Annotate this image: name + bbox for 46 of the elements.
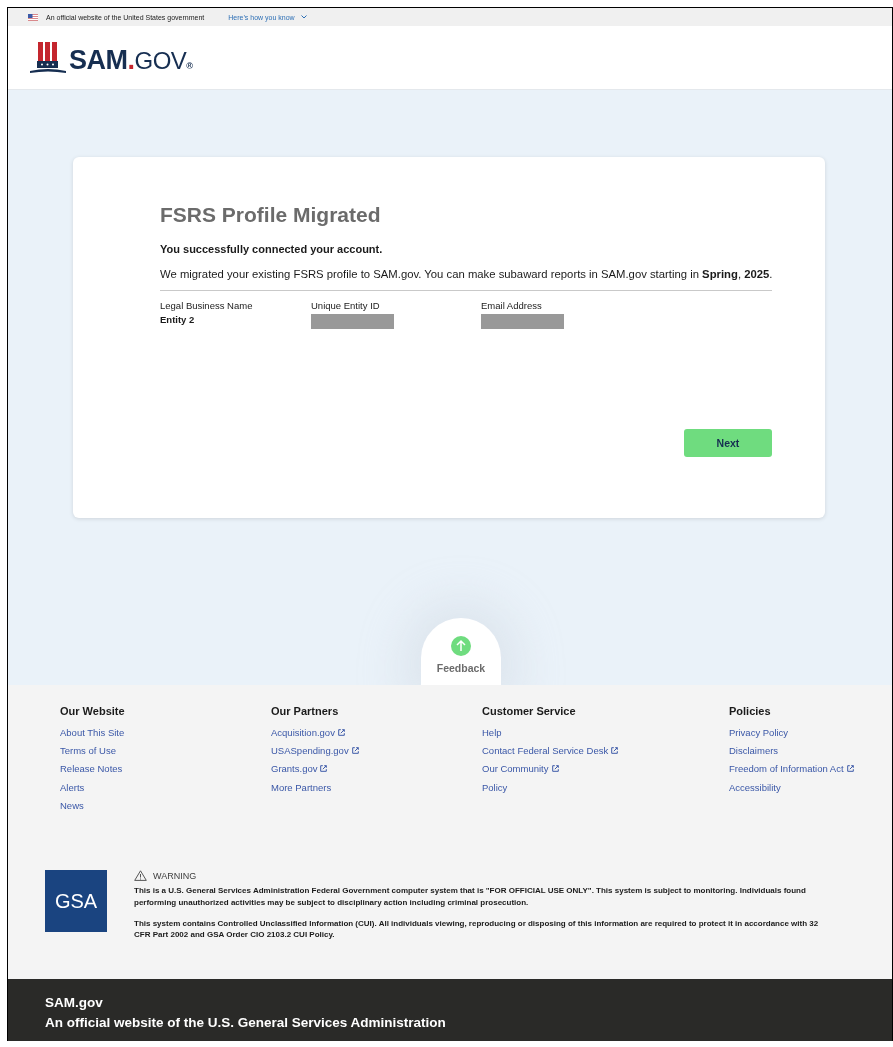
site-tagline: An official website of the U.S. General Services Administration <box>45 1013 447 1032</box>
flag-icon <box>28 13 38 21</box>
external-link-icon <box>320 765 328 773</box>
external-link-icon <box>351 746 359 754</box>
field-label: Email Address <box>481 300 543 311</box>
external-link-icon <box>611 746 619 754</box>
success-message: You successfully connected your account. <box>160 243 384 255</box>
chevron-down-icon <box>300 15 307 19</box>
footer-link[interactable]: Disclaimers <box>729 741 779 760</box>
field-label: Legal Business Name <box>160 300 254 311</box>
footer-link[interactable]: Alerts <box>60 777 85 797</box>
footer-link[interactable]: USASpending.gov <box>271 741 359 760</box>
footer-link[interactable]: Privacy Policy <box>729 723 789 742</box>
external-link-icon <box>337 728 345 736</box>
card-title: FSRS Profile Migrated <box>160 203 382 227</box>
warning-icon <box>134 870 147 882</box>
footer-heading: Policies <box>729 705 772 717</box>
footer-link[interactable]: Contact Federal Service Desk <box>482 741 619 760</box>
site-name: SAM.gov <box>45 994 104 1012</box>
warning-paragraph: This is a U.S. General Services Administration Federal Government computer system that is "FOR OFFICIAL USE ONLY". This system is subject to monitoring. Individuals found performing unauthorized activities may be subject to disciplinary action including criminal prosecution. <box>134 885 807 908</box>
footer-heading: Our Partners <box>271 705 340 717</box>
footer-link[interactable]: Freedom of Information Act <box>729 759 854 778</box>
feedback-button[interactable]: Feedback <box>421 618 501 685</box>
footer-link[interactable]: Acquisition.gov <box>271 723 345 742</box>
footer-link[interactable]: Grants.gov <box>271 759 328 778</box>
external-link-icon <box>551 765 559 773</box>
footer-link[interactable]: News <box>60 796 84 815</box>
footer-link[interactable]: Accessibility <box>729 777 781 797</box>
footer-link[interactable]: Terms of Use <box>60 741 116 760</box>
footer-link[interactable]: More Partners <box>271 777 332 797</box>
footer-heading: Customer Service <box>482 705 577 717</box>
next-button[interactable]: Next <box>684 429 772 457</box>
warning-title: WARNING <box>153 871 197 881</box>
footer-link[interactable]: Policy <box>482 777 508 797</box>
field-value: Entity 2 <box>160 314 196 325</box>
footer-heading: Our Website <box>60 705 126 717</box>
field-label: Unique Entity ID <box>311 300 381 311</box>
footer-link[interactable]: About This Site <box>60 723 125 742</box>
migration-message: We migrated your existing FSRS profile to SAM.gov. You can make subaward reports in SAM.gov starting in Spring, 2025. <box>160 268 772 291</box>
external-link-icon <box>846 765 854 773</box>
warning-paragraph: This system contains Controlled Unclassified Information (CUI). All individuals viewing, reproducing or disposing of this information are required to protect it in accordance with 32 CFR Part 2002 and GSA Order CIO 2103.2 CUI Policy. <box>134 917 820 941</box>
footer-link[interactable]: Our Community <box>482 759 559 778</box>
footer-link[interactable]: Release Notes <box>60 759 123 778</box>
footer-link[interactable]: Help <box>482 723 502 742</box>
gsa-logo: GSA <box>45 870 107 933</box>
arrow-up-icon <box>451 636 471 656</box>
